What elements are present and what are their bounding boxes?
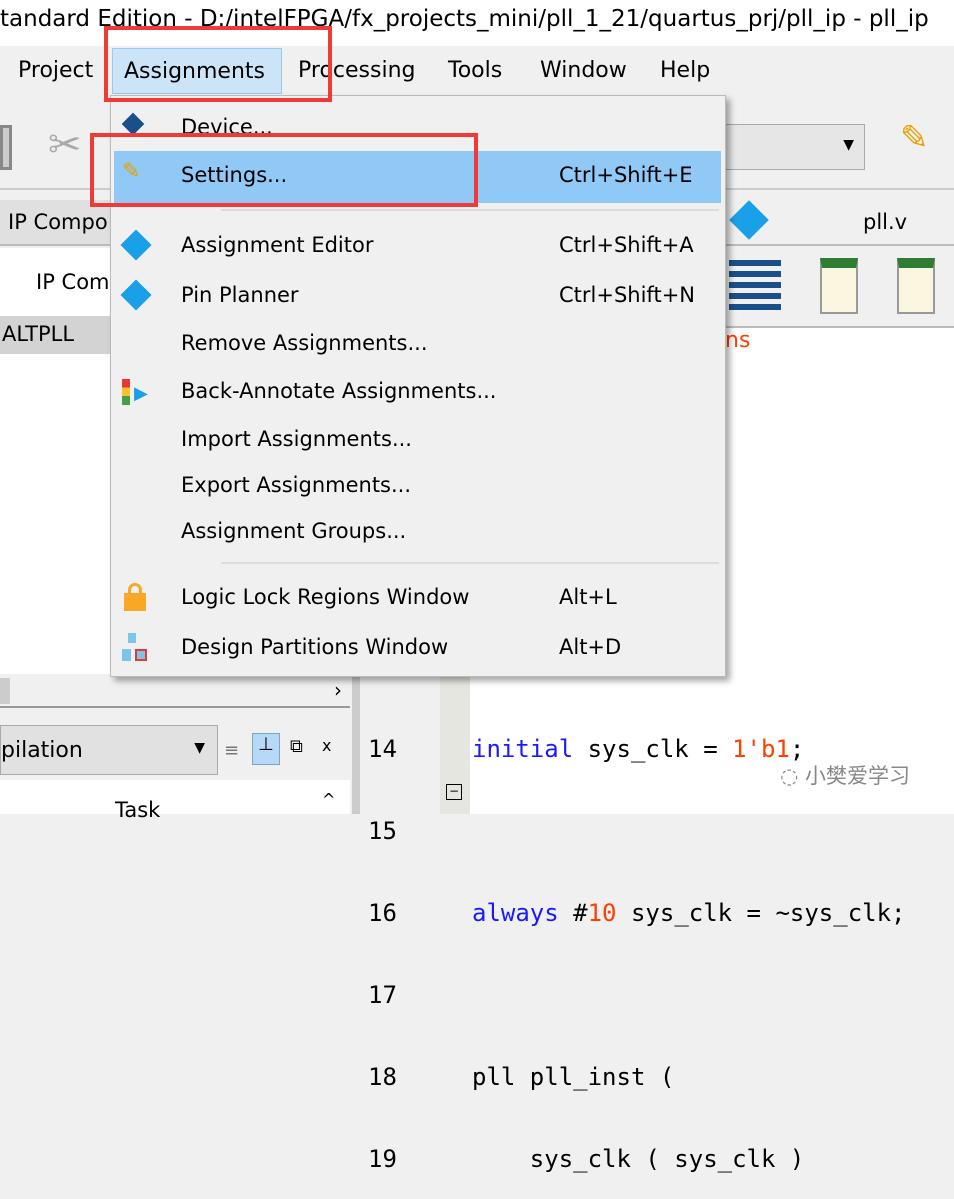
menu-item-logic-lock[interactable]: Logic Lock Regions Window Alt+L [114,575,721,623]
line-number: 14 [368,735,397,763]
pin-icon[interactable]: ⊥ [252,733,280,765]
menu-item-label: Assignment Groups... [181,519,407,543]
code-line[interactable]: pll pll_inst ( [472,1063,906,1091]
menu-item-label: Design Partitions Window [181,635,449,659]
partitions-icon [122,633,152,663]
line-number: 18 [368,1063,397,1091]
line-number: 17 [368,981,397,1009]
pin-planner-icon [120,279,152,311]
code-line[interactable]: always #10 sys_clk = ~sys_clk; [472,899,906,927]
menu-item-export-assignments[interactable]: Export Assignments... [114,463,721,511]
menu-item-label: Pin Planner [181,283,299,307]
menu-item-shortcut: Ctrl+Shift+A [559,233,694,257]
tab-pll-v-label: pll.v [863,210,908,234]
menu-item-label: Back-Annotate Assignments... [181,379,497,403]
menu-item-label: Export Assignments... [181,473,412,497]
menu-item-assignment-groups[interactable]: Assignment Groups... [114,509,721,557]
revision-combo[interactable]: ▼ [725,124,865,170]
assignment-editor-icon [120,229,152,261]
close-icon[interactable]: x [322,736,331,755]
fold-toggle[interactable]: − [446,784,462,800]
menu-item-back-annotate[interactable]: ▶ Back-Annotate Assignments... [114,369,721,417]
menu-help[interactable]: Help [660,58,710,83]
menu-item-label: Logic Lock Regions Window [181,585,470,609]
code-line[interactable]: initial sys_clk = 1'b1; [472,735,906,763]
editor-area-top: ns [725,328,954,658]
line-number: 19 [368,1145,397,1173]
verilog-file-icon [729,200,769,240]
flow-combo-value: pilation [1,738,83,763]
menu-window[interactable]: Window [540,58,627,83]
task-panel: Task ^ [0,780,350,822]
code-line[interactable] [472,817,906,843]
indent-icon[interactable] [729,260,781,312]
code-lines: initial sys_clk = 1'b1; always #10 sys_c… [472,679,906,1199]
save-icon[interactable] [0,125,12,170]
menu-item-shortcut: Ctrl+Shift+E [559,163,693,187]
line-number: 15 [368,817,397,845]
back-annotate-icon: ▶ [122,377,152,407]
float-icon[interactable]: ⧉ [290,736,303,757]
ip-row-altpll[interactable]: ALTPLL [0,316,112,354]
line-number: 16 [368,899,397,927]
watermark-text: 小樊爱学习 [805,764,911,788]
editor-toolbar [725,248,954,328]
scroll-up-icon[interactable]: ^ [322,790,335,809]
flow-combo[interactable]: pilation ▼ [0,725,218,775]
bookmark-icon[interactable] [820,258,858,314]
code-line[interactable]: sys_clk ( sys_clk ) [472,1145,906,1173]
menu-tools[interactable]: Tools [448,58,502,83]
menu-separator [221,562,719,564]
menu-item-label: Assignment Editor [181,233,374,257]
watermark: ◌ 小樊爱学习 [780,760,910,790]
line-number-list: 14 15 16 17 18 19 [368,679,397,1199]
annotation-box-assignments [104,26,332,102]
menu-item-label: Remove Assignments... [181,331,428,355]
menu-item-assignment-editor[interactable]: Assignment Editor Ctrl+Shift+A [114,223,721,271]
menu-item-shortcut: Ctrl+Shift+N [559,283,695,307]
lock-icon [122,583,152,613]
annotation-box-settings [90,133,478,207]
pencil-icon[interactable]: ✎ [900,118,929,158]
ip-header: IP Com [0,248,112,316]
tab-pll-v[interactable]: pll.v [725,200,954,246]
menu-item-remove-assignments[interactable]: Remove Assignments... [114,321,721,369]
code-fragment: ns [725,328,751,353]
bookmark-next-icon[interactable] [897,258,935,314]
horizontal-scrollbar[interactable]: › [0,676,350,708]
menu-item-pin-planner[interactable]: Pin Planner Ctrl+Shift+N [114,273,721,321]
menu-item-shortcut: Alt+L [559,585,617,609]
menu-separator [221,209,719,211]
menu-project[interactable]: Project [18,58,93,83]
menu-item-label: Import Assignments... [181,427,412,451]
cut-icon[interactable]: ✂ [48,122,82,168]
wechat-icon: ◌ [780,764,799,788]
task-header: Task [115,798,161,822]
menu-item-import-assignments[interactable]: Import Assignments... [114,417,721,465]
menu-lines-icon[interactable]: ≡ [224,740,239,761]
menu-item-design-partitions[interactable]: Design Partitions Window Alt+D [114,625,721,673]
code-line[interactable] [472,981,906,1007]
menu-item-shortcut: Alt+D [559,635,622,659]
